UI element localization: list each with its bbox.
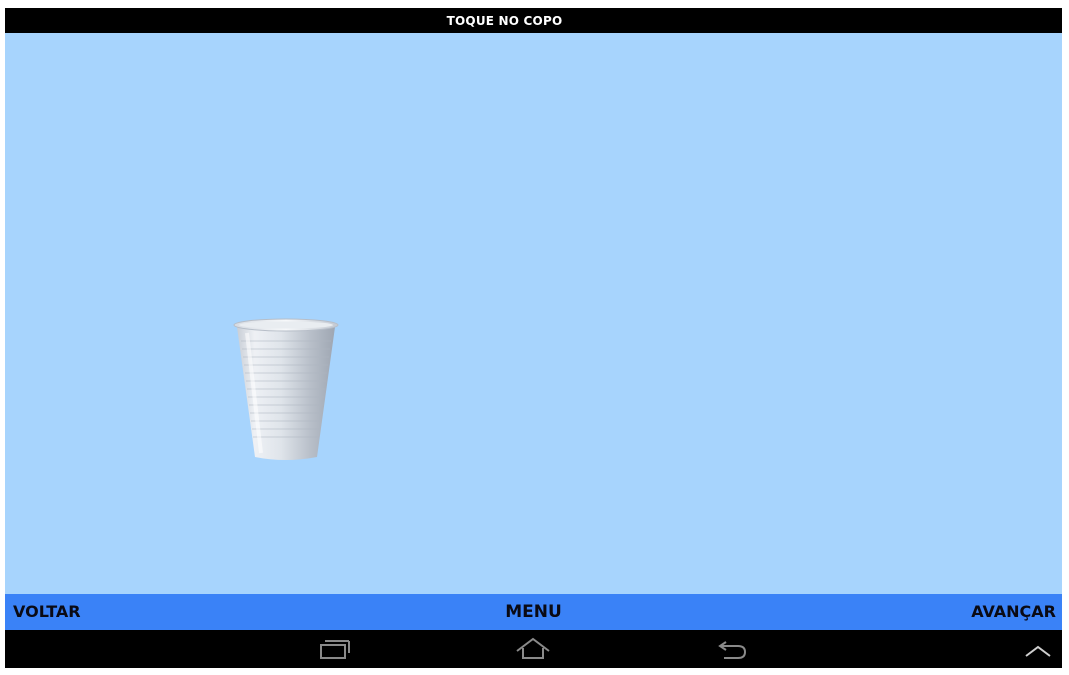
title-bar: TOQUE NO COPO: [5, 8, 1062, 33]
home-icon[interactable]: [513, 636, 553, 662]
system-navigation-bar: [5, 630, 1062, 668]
activity-area: [5, 33, 1062, 594]
app-frame: TOQUE NO COPO VOLTAR MENU AVANÇAR: [5, 8, 1062, 668]
plastic-cup-icon[interactable]: [233, 317, 339, 462]
menu-button[interactable]: MENU: [505, 602, 562, 622]
bottom-nav: VOLTAR MENU AVANÇAR: [5, 594, 1062, 630]
page-title: TOQUE NO COPO: [446, 13, 563, 28]
back-button[interactable]: VOLTAR: [13, 594, 81, 630]
back-icon[interactable]: [712, 636, 752, 662]
menu-button-container: MENU: [5, 594, 1062, 630]
chevron-up-icon[interactable]: [1018, 636, 1058, 662]
next-button[interactable]: AVANÇAR: [971, 594, 1056, 630]
recent-apps-icon[interactable]: [315, 636, 355, 662]
